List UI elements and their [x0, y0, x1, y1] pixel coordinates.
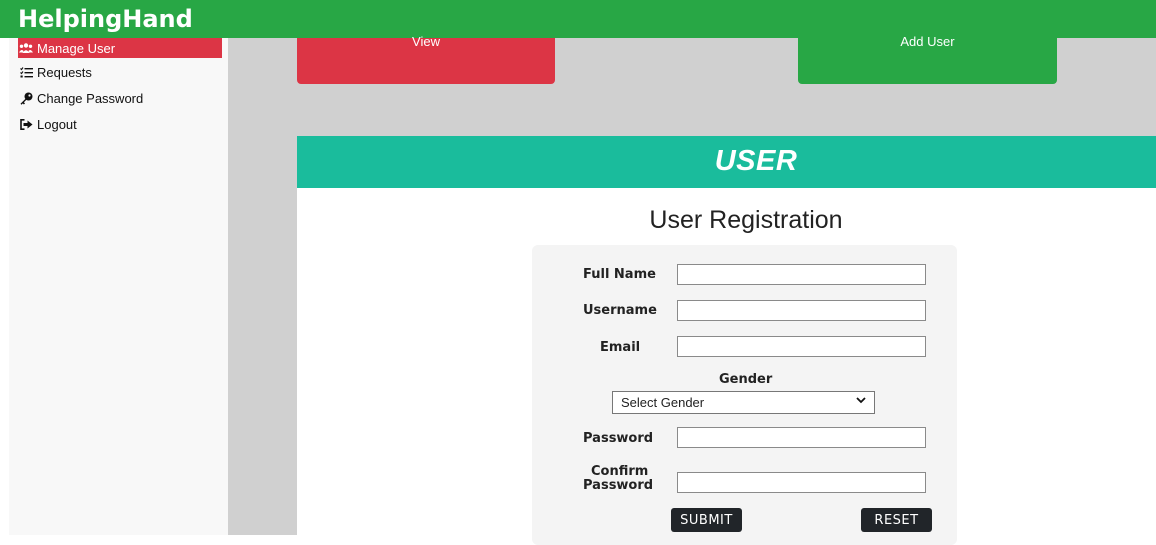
reset-button[interactable]: RESET [861, 508, 932, 532]
email-input[interactable] [677, 336, 926, 357]
panel-title: USER [714, 145, 798, 177]
sidebar-item-requests[interactable]: Requests [18, 62, 92, 82]
add-user-button-label: Add User [900, 34, 955, 49]
sidebar-item-manage-user[interactable]: Manage User [18, 38, 222, 58]
add-user-button[interactable]: Add User [798, 34, 1057, 84]
confirm-password-label-line2: Password [583, 478, 654, 493]
registration-form: Full Name Username Email Gender Select G… [532, 245, 957, 545]
gender-selected-value: Select Gender [621, 395, 705, 410]
gender-label: Gender [719, 372, 773, 387]
full-name-label: Full Name [583, 267, 656, 282]
view-button-label: View [412, 34, 440, 49]
sign-out-icon [18, 118, 34, 130]
full-name-input[interactable] [677, 264, 926, 285]
sidebar-item-change-password[interactable]: Change Password [18, 88, 143, 108]
sidebar: Manage User Requests Change Password Log… [9, 38, 228, 535]
confirm-password-label-line1: Confirm [591, 464, 649, 479]
sidebar-item-label: Logout [37, 116, 77, 132]
key-icon [18, 92, 34, 105]
submit-button[interactable]: SUBMIT [671, 508, 742, 532]
top-navbar: HelpingHand [0, 0, 1156, 38]
brand-logo[interactable]: HelpingHand [18, 5, 193, 33]
sidebar-item-logout[interactable]: Logout [18, 114, 77, 134]
sidebar-item-label: Change Password [37, 90, 144, 106]
confirm-password-input[interactable] [677, 472, 926, 493]
view-users-button[interactable]: View [297, 34, 555, 84]
user-panel: USER User Registration Full Name Usernam… [297, 136, 1156, 545]
username-label: Username [583, 303, 657, 318]
email-label: Email [600, 340, 641, 355]
chevron-down-icon [856, 395, 866, 408]
username-input[interactable] [677, 300, 926, 321]
password-label: Password [583, 431, 654, 446]
users-icon [18, 43, 34, 53]
list-icon [18, 66, 34, 78]
main-content: View Add User USER User Registration Ful… [228, 34, 1156, 545]
registration-title: User Registration [649, 206, 843, 234]
panel-header: USER [297, 136, 1156, 188]
gender-select[interactable]: Select Gender [612, 391, 875, 414]
sidebar-item-label: Requests [37, 64, 92, 80]
sidebar-item-label: Manage User [37, 40, 116, 56]
password-input[interactable] [677, 427, 926, 448]
